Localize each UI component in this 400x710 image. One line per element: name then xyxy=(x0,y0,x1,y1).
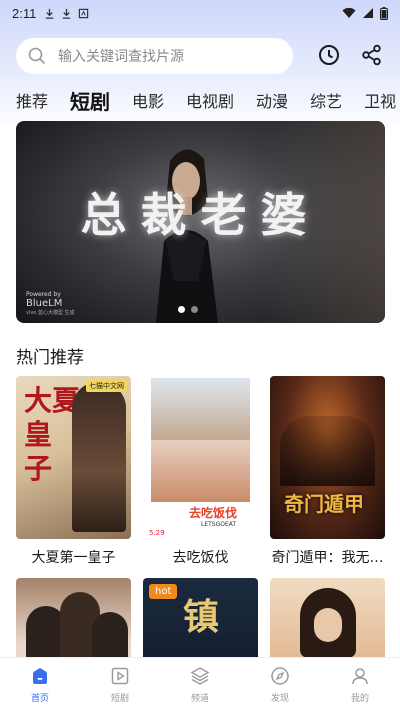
tab-recommend[interactable]: 推荐 xyxy=(16,88,48,112)
clock-icon xyxy=(319,45,339,65)
section-title: 热门推荐 xyxy=(16,348,84,368)
credit-line-3: vivo 蓝心大模型 生成 xyxy=(26,310,75,316)
poster-scene-top xyxy=(151,378,250,440)
wifi-icon xyxy=(342,7,356,18)
banner-credit: Powered by BlueLM vivo 蓝心大模型 生成 xyxy=(26,291,75,316)
tab-anime[interactable]: 动漫 xyxy=(256,88,288,112)
share-button[interactable] xyxy=(359,42,385,68)
history-button[interactable] xyxy=(316,42,342,68)
nav-short-drama[interactable]: 短剧 xyxy=(80,658,160,710)
drama-card[interactable]: 奇门遁甲 奇门遁甲：我无… xyxy=(270,376,385,567)
poster-image: 大夏皇子 七猫中文网 xyxy=(16,376,131,539)
nav-home[interactable]: 首页 xyxy=(0,658,80,710)
card-title: 去吃饭伐 xyxy=(172,550,229,566)
signal-icon xyxy=(363,8,373,18)
status-bar: 2:11 xyxy=(0,0,400,26)
nav-profile[interactable]: 我的 xyxy=(320,658,400,710)
credit-line-2: BlueLM xyxy=(26,298,63,309)
poster-scene-bottom xyxy=(151,440,250,502)
category-tabs: 推荐 短剧 电影 电视剧 动漫 综艺 卫视 xyxy=(16,84,400,116)
drama-card[interactable]: 大夏皇子 七猫中文网 大夏第一皇子 xyxy=(16,376,131,567)
notification-icon xyxy=(79,8,89,18)
tab-tv-series[interactable]: 电视剧 xyxy=(186,88,234,112)
compass-icon xyxy=(271,667,289,685)
home-icon xyxy=(33,668,47,684)
card-title: 奇门遁甲：我无… xyxy=(271,550,384,566)
search-icon xyxy=(28,47,46,65)
poster-image: 去吃饭伐 LETSGOEAT 5.29 xyxy=(143,376,258,539)
poster-badge: 七猫中文网 xyxy=(86,380,127,392)
poster-date: 5.29 xyxy=(149,529,165,537)
nav-label: 频道 xyxy=(190,694,209,704)
credit-line-1: Powered by xyxy=(26,291,61,298)
poster-title: 奇门遁甲 xyxy=(284,492,364,516)
nav-discover[interactable]: 发现 xyxy=(240,658,320,710)
featured-banner[interactable]: 总裁老婆 Powered by BlueLM vivo 蓝心大模型 生成 xyxy=(16,121,385,323)
nav-label: 我的 xyxy=(350,694,369,704)
poster-title: 去吃饭伐 xyxy=(189,506,238,520)
tab-movie[interactable]: 电影 xyxy=(132,88,164,112)
card-title: 大夏第一皇子 xyxy=(31,550,116,566)
search-input[interactable]: 输入关键词查找片源 xyxy=(16,38,293,74)
nav-label: 发现 xyxy=(270,694,289,704)
drama-card[interactable]: 去吃饭伐 LETSGOEAT 5.29 去吃饭伐 xyxy=(143,376,258,567)
banner-title: 总裁老婆 xyxy=(80,188,321,242)
play-icon xyxy=(111,667,129,685)
nav-label: 首页 xyxy=(30,694,49,704)
layers-icon xyxy=(190,667,210,685)
poster-face xyxy=(314,608,342,642)
poster-image: 奇门遁甲 xyxy=(270,376,385,539)
nav-label: 短剧 xyxy=(110,694,129,704)
tab-variety[interactable]: 综艺 xyxy=(310,88,342,112)
tab-short-drama[interactable]: 短剧 xyxy=(70,86,110,115)
share-icon xyxy=(362,44,381,66)
banner-pager xyxy=(178,306,198,313)
status-time: 2:11 xyxy=(12,5,37,21)
search-placeholder: 输入关键词查找片源 xyxy=(58,49,184,65)
download-icon xyxy=(63,8,71,19)
hot-badge: hot xyxy=(149,584,178,599)
pager-dot[interactable] xyxy=(178,306,185,313)
tab-satellite-tv[interactable]: 卫视 xyxy=(364,88,396,112)
download-icon xyxy=(46,8,54,19)
poster-subtitle: LETSGOEAT xyxy=(201,521,237,528)
poster-figure xyxy=(72,382,126,532)
nav-channel[interactable]: 频道 xyxy=(160,658,240,710)
user-icon xyxy=(352,668,368,685)
poster-title: 镇 xyxy=(183,596,220,638)
battery-icon xyxy=(380,6,388,20)
poster-figures xyxy=(280,416,375,486)
pager-dot[interactable] xyxy=(191,306,198,313)
bottom-navigation: 首页 短剧 频道 发现 我的 xyxy=(0,657,400,710)
